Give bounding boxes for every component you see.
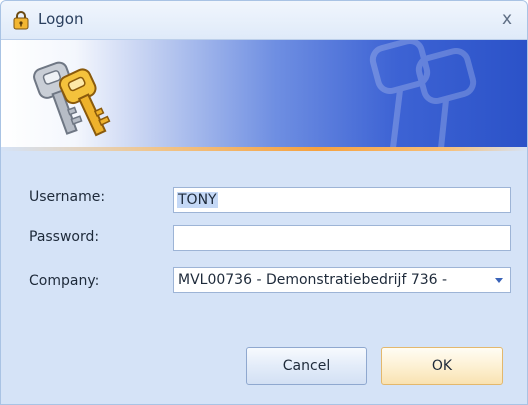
close-icon: x — [501, 9, 513, 29]
header-banner — [1, 40, 527, 148]
padlock-icon — [13, 11, 29, 30]
close-button[interactable]: x — [495, 7, 519, 31]
logon-dialog: Logon x Username: TONY Password: Company… — [0, 0, 528, 405]
window-title: Logon — [38, 10, 84, 28]
username-field[interactable]: TONY — [173, 187, 511, 213]
company-label: Company: — [29, 273, 100, 289]
company-select[interactable]: MVL00736 - Demonstratiebedrijf 736 - — [173, 267, 511, 293]
password-label: Password: — [29, 229, 100, 245]
ok-button[interactable]: OK — [381, 347, 503, 385]
username-value: TONY — [177, 192, 218, 208]
chevron-down-icon[interactable] — [495, 278, 503, 283]
title-bar[interactable]: Logon x — [1, 1, 527, 40]
company-value: MVL00736 - Demonstratiebedrijf 736 - — [178, 272, 448, 288]
cancel-button[interactable]: Cancel — [246, 347, 367, 385]
keys-watermark-icon — [369, 40, 477, 148]
keys-icon — [33, 61, 111, 137]
password-field[interactable] — [173, 225, 511, 251]
username-label: Username: — [29, 189, 106, 205]
banner-separator — [1, 147, 527, 151]
